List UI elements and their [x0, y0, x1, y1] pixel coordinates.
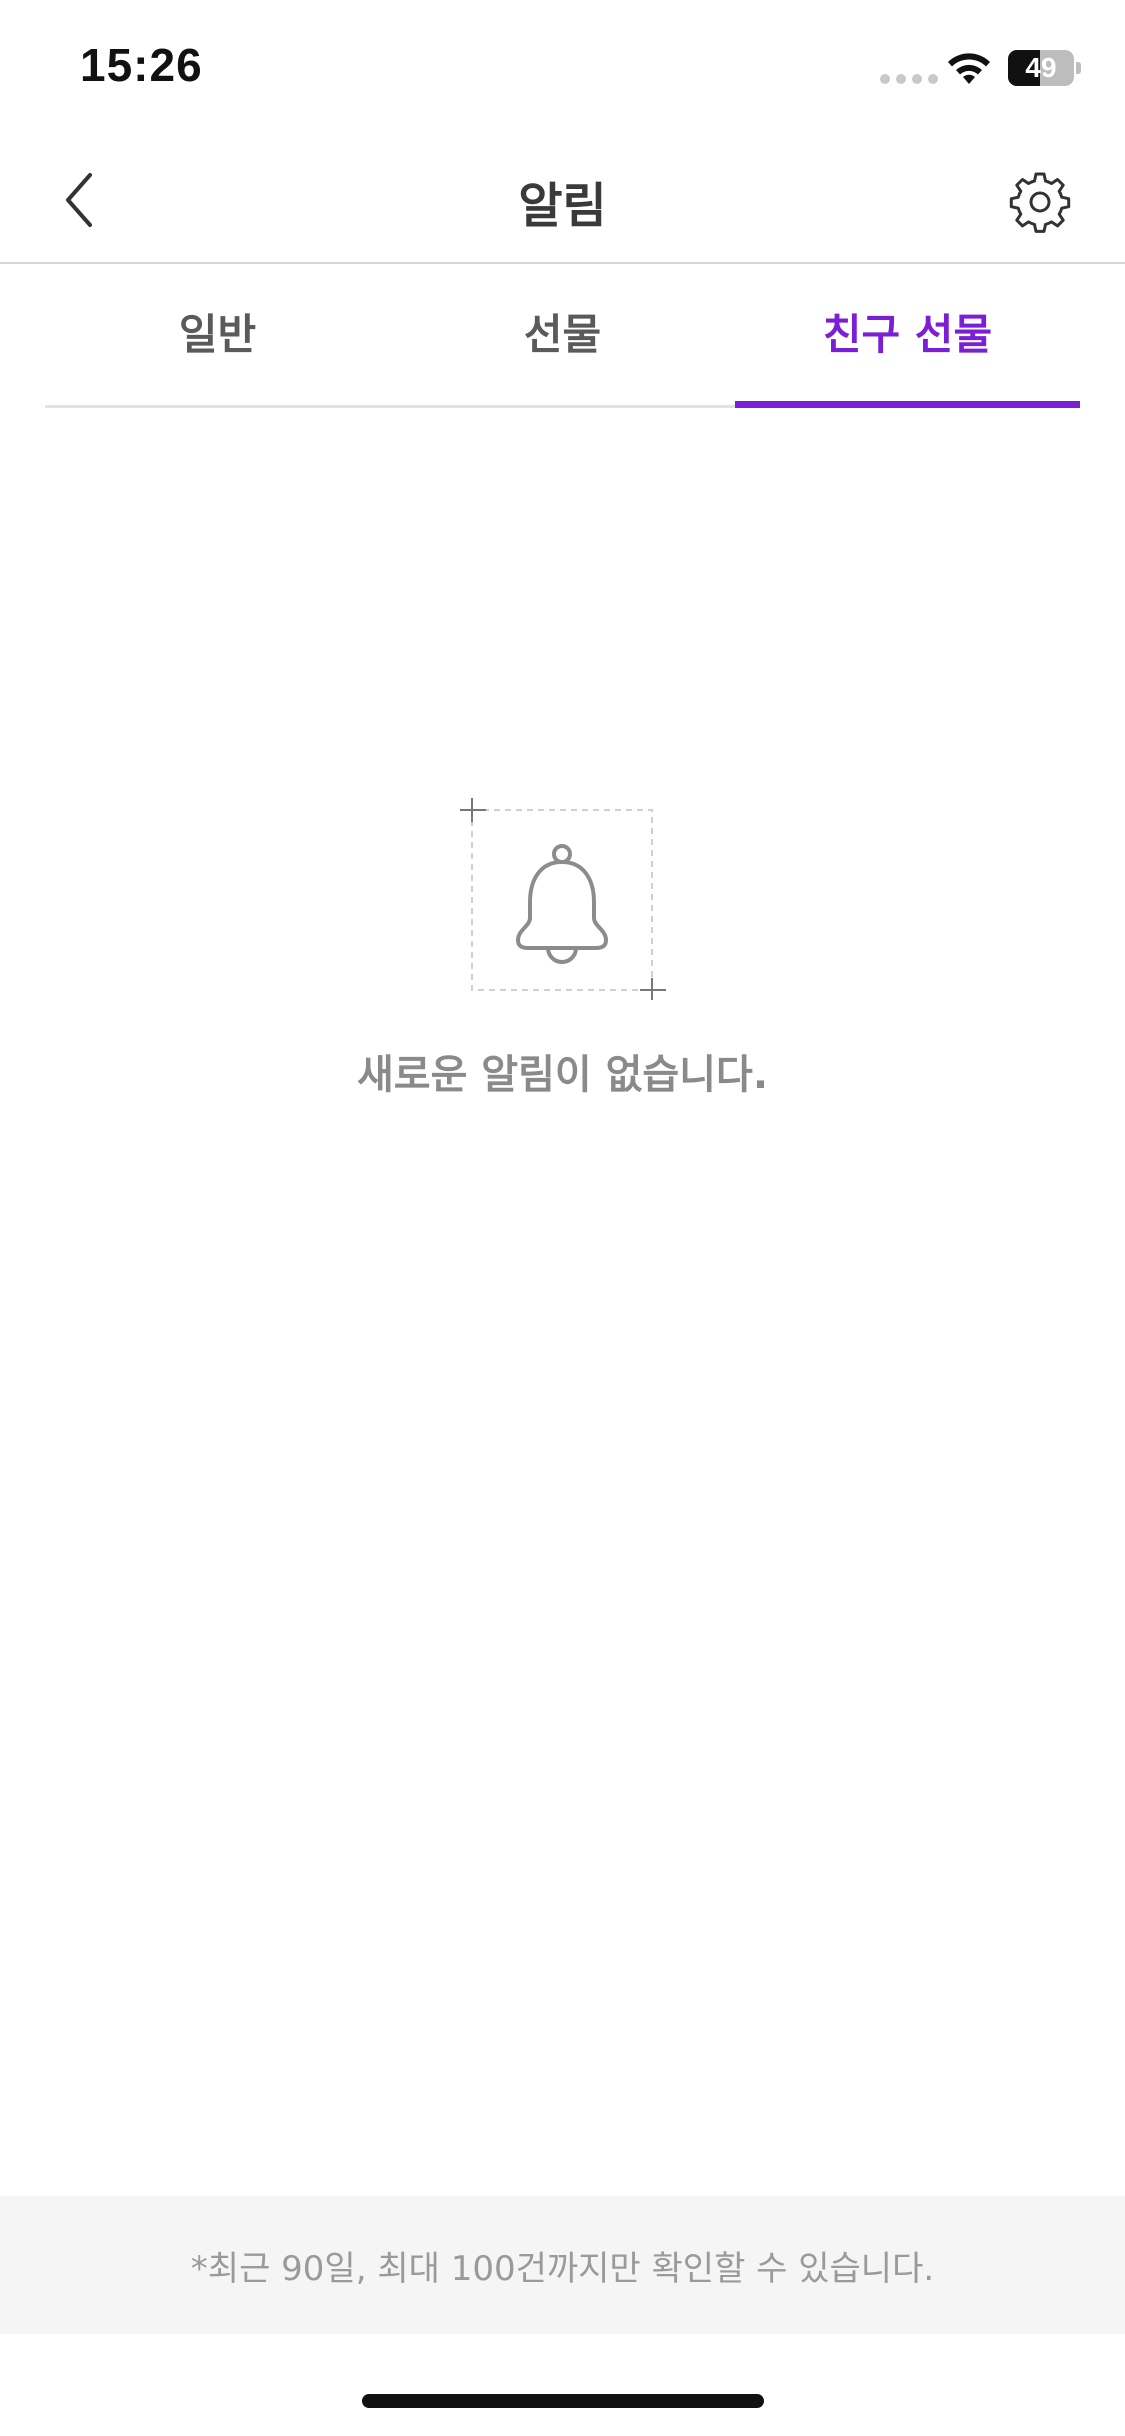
settings-button[interactable] [1000, 162, 1080, 242]
tab-gift[interactable]: 선물 [390, 266, 735, 405]
home-indicator[interactable] [362, 2394, 764, 2408]
bell-icon [460, 798, 666, 1000]
page-title: 알림 [518, 178, 607, 234]
status-bar: 15:26 49 [0, 0, 1125, 132]
cellular-signal-icon [880, 74, 938, 84]
wifi-icon [948, 53, 990, 84]
battery-level: 49 [1025, 52, 1057, 83]
status-time: 15:26 [80, 39, 203, 91]
nav-header: 알림 [0, 132, 1125, 264]
empty-message: 새로운 알림이 없습니다. [356, 1052, 769, 1098]
retention-notice: *최근 90일, 최대 100건까지만 확인할 수 있습니다. [0, 2196, 1125, 2334]
tab-general[interactable]: 일반 [45, 266, 390, 405]
gear-icon [1009, 172, 1071, 233]
battery-icon: 49 [1008, 50, 1082, 86]
tab-friend-gift[interactable]: 친구 선물 [735, 266, 1080, 408]
tab-bar: 일반 선물 친구 선물 [45, 266, 1080, 408]
